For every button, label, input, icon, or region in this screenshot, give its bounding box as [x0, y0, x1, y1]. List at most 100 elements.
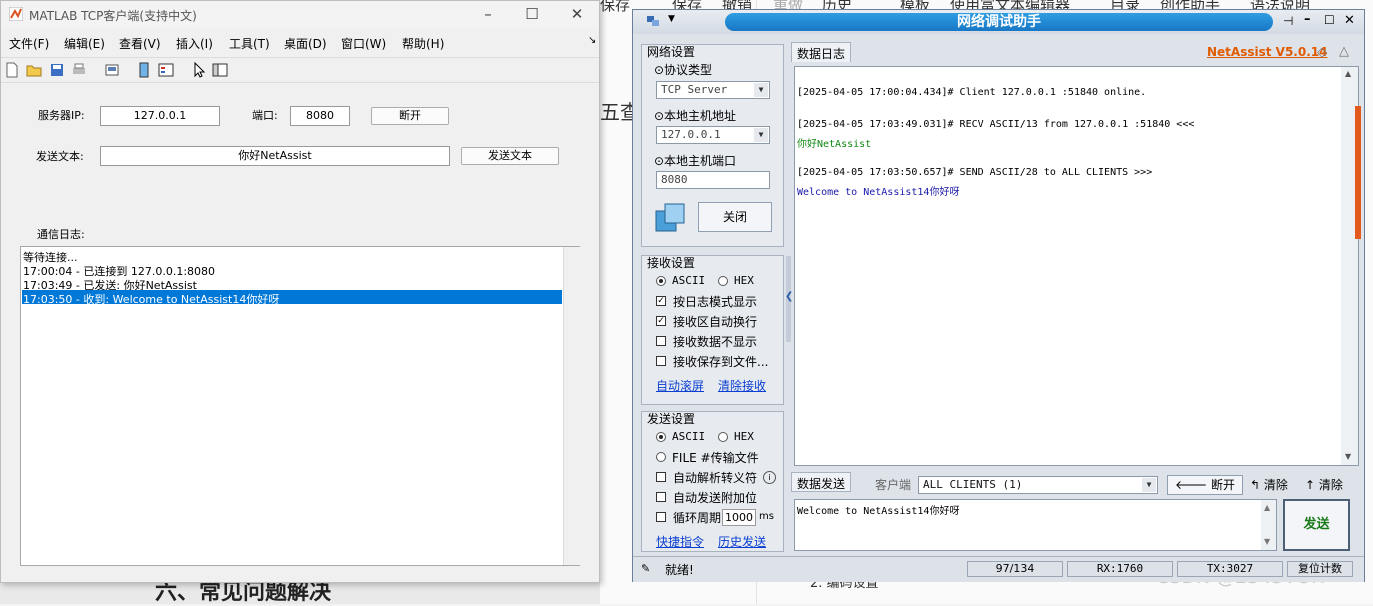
- menu-desktop[interactable]: 桌面(D): [284, 35, 327, 52]
- bell-icon[interactable]: △: [1339, 44, 1349, 59]
- server-ip-field[interactable]: 127.0.0.1: [100, 106, 220, 126]
- scroll-up-icon[interactable]: ▲: [1345, 69, 1351, 78]
- recv-hex-label: HEX: [734, 274, 754, 287]
- send-text-button[interactable]: 发送文本: [461, 147, 559, 165]
- send-hex-radio[interactable]: [718, 432, 728, 442]
- menu-window[interactable]: 窗口(W): [341, 35, 386, 52]
- bg-menu-item[interactable]: 保存: [600, 0, 630, 15]
- cycle-period-field[interactable]: 1000: [722, 509, 756, 526]
- menu-insert[interactable]: 插入(I): [176, 35, 213, 52]
- disconnect-client-button[interactable]: 🡐 断开: [1167, 475, 1243, 495]
- send-file-radio[interactable]: [656, 452, 666, 462]
- status-tx: TX:3027: [1177, 561, 1283, 577]
- netassist-window: ▼ 网络调试助手 ⊣ – ☐ ✕ 网络设置 ⊙协议类型 TCP Server ▼…: [632, 9, 1365, 582]
- legend-icon[interactable]: [158, 62, 174, 78]
- send-history-link[interactable]: 历史发送: [718, 533, 766, 550]
- diamond-icon[interactable]: ◇: [1317, 45, 1327, 60]
- print-preview-icon[interactable]: [104, 62, 120, 78]
- clear-send-button[interactable]: ↰ 清除: [1250, 476, 1288, 493]
- port-field[interactable]: 8080: [290, 106, 350, 126]
- print-icon[interactable]: [71, 62, 87, 78]
- send-scrollbar[interactable]: ▲ ▼: [1261, 500, 1276, 550]
- pin-icon[interactable]: ⊣: [1283, 14, 1293, 28]
- save-icon[interactable]: [49, 62, 65, 78]
- reset-counter-button[interactable]: 复位计数: [1287, 561, 1353, 577]
- log-label: 通信日志:: [37, 228, 85, 241]
- background-strip: 六、常见问题解决: [0, 580, 600, 605]
- cycle-unit: ms: [759, 511, 774, 522]
- close-icon[interactable]: ✕: [1344, 13, 1355, 28]
- version-link[interactable]: NetAssist V5.0.14: [1207, 45, 1327, 59]
- property-editor-icon[interactable]: [212, 62, 228, 78]
- chevron-down-icon[interactable]: ▼: [668, 14, 675, 24]
- minimize-icon[interactable]: –: [1304, 12, 1311, 27]
- receive-log-area[interactable]: [2025-04-05 17:00:04.434]# Client 127.0.…: [794, 66, 1359, 466]
- client-select[interactable]: ALL CLIENTS (1) ▼: [918, 476, 1158, 494]
- menu-view[interactable]: 查看(V): [119, 35, 161, 52]
- data-log-tab[interactable]: 数据日志: [791, 42, 851, 62]
- recv-option-checkbox[interactable]: ✓: [656, 316, 666, 326]
- maximize-icon[interactable]: ☐: [522, 5, 542, 23]
- send-text-field[interactable]: 你好NetAssist: [100, 146, 450, 166]
- recv-option-checkbox[interactable]: [656, 336, 666, 346]
- send-option-checkbox[interactable]: [656, 492, 666, 502]
- matlab-toolbar: [1, 57, 599, 83]
- scroll-up-icon[interactable]: ▲: [1264, 503, 1270, 512]
- status-rx: RX:1760: [1067, 561, 1173, 577]
- recv-hex-radio[interactable]: [718, 276, 728, 286]
- scroll-down-icon[interactable]: ▼: [1264, 537, 1270, 546]
- minimize-icon[interactable]: –: [478, 5, 498, 23]
- open-folder-icon[interactable]: [26, 62, 42, 78]
- data-send-tab[interactable]: 数据发送: [791, 472, 851, 492]
- recv-ascii-radio[interactable]: [656, 276, 666, 286]
- cycle-checkbox[interactable]: [656, 512, 666, 522]
- receive-settings-title: 接收设置: [647, 256, 696, 270]
- communication-log-list[interactable]: 等待连接... 17:00:04 - 已连接到 127.0.0.1:8080 1…: [20, 246, 580, 566]
- colorbar-icon[interactable]: [136, 62, 152, 78]
- menu-help[interactable]: 帮助(H): [402, 35, 444, 52]
- send-ascii-radio[interactable]: [656, 432, 666, 442]
- recv-line: [2025-04-05 17:03:49.031]# RECV ASCII/13…: [797, 119, 1195, 130]
- log-line-selected[interactable]: 17:03:50 - 收到: Welcome to NetAssist14你好呀: [23, 291, 279, 307]
- client-select-value: ALL CLIENTS (1): [923, 478, 1023, 491]
- send-settings-group: 发送设置 ASCII HEX FILE #传输文件 自动解析转义符 i 自动发送…: [641, 411, 784, 552]
- clear-up-icon: ↑: [1305, 478, 1319, 492]
- matlab-tcp-client-window: MATLAB TCP客户端(支持中文) – ☐ ✕ 文件(F) 编辑(E) 查看…: [0, 0, 600, 583]
- log-scrollbar[interactable]: [563, 247, 580, 565]
- menu-dock-icon[interactable]: ↘: [588, 35, 596, 46]
- local-host-select[interactable]: 127.0.0.1 ▼: [656, 126, 770, 144]
- local-port-field[interactable]: 8080: [656, 171, 770, 189]
- netassist-titlebar[interactable]: ▼ 网络调试助手 ⊣ – ☐ ✕: [633, 10, 1364, 34]
- protocol-type-select[interactable]: TCP Server ▼: [656, 81, 770, 99]
- matlab-titlebar[interactable]: MATLAB TCP客户端(支持中文) – ☐ ✕: [1, 1, 599, 29]
- recv-option-checkbox[interactable]: [656, 356, 666, 366]
- close-icon[interactable]: ✕: [567, 5, 587, 23]
- send-content-text: Welcome to NetAssist14你好呀: [797, 506, 960, 517]
- disconnect-button[interactable]: 断开: [371, 107, 449, 125]
- chevron-down-icon: ▼: [1142, 478, 1156, 492]
- send-file-label: FILE #传输文件: [672, 451, 759, 465]
- recv-option-label: 接收数据不显示: [673, 335, 758, 349]
- pointer-icon[interactable]: [191, 61, 207, 78]
- menu-file[interactable]: 文件(F): [9, 35, 49, 52]
- netassist-app-icon[interactable]: [646, 14, 660, 28]
- auto-scroll-link[interactable]: 自动滚屏: [656, 377, 704, 394]
- quick-command-link[interactable]: 快捷指令: [656, 533, 704, 550]
- clear-receive-link[interactable]: 清除接收: [718, 377, 766, 394]
- new-file-icon[interactable]: [4, 62, 20, 78]
- close-connection-button[interactable]: 关闭: [698, 202, 772, 232]
- clear-icon: ↰: [1250, 478, 1264, 492]
- recv-option-checkbox[interactable]: ✓: [656, 296, 666, 306]
- matlab-logo-icon: [8, 6, 24, 22]
- menu-tools[interactable]: 工具(T): [229, 35, 270, 52]
- maximize-icon[interactable]: ☐: [1324, 13, 1335, 27]
- scroll-down-icon[interactable]: ▼: [1345, 452, 1351, 461]
- collapse-chevron-icon[interactable]: ❮: [785, 291, 793, 302]
- send-content-area[interactable]: Welcome to NetAssist14你好呀 ▲ ▼: [794, 499, 1277, 551]
- info-icon[interactable]: i: [763, 471, 776, 484]
- send-button[interactable]: 发送: [1283, 499, 1350, 551]
- status-edit-icon: ✎: [641, 562, 651, 575]
- menu-edit[interactable]: 编辑(E): [64, 35, 105, 52]
- send-option-checkbox[interactable]: [656, 472, 666, 482]
- clear-counter-button[interactable]: ↑ 清除: [1305, 476, 1343, 493]
